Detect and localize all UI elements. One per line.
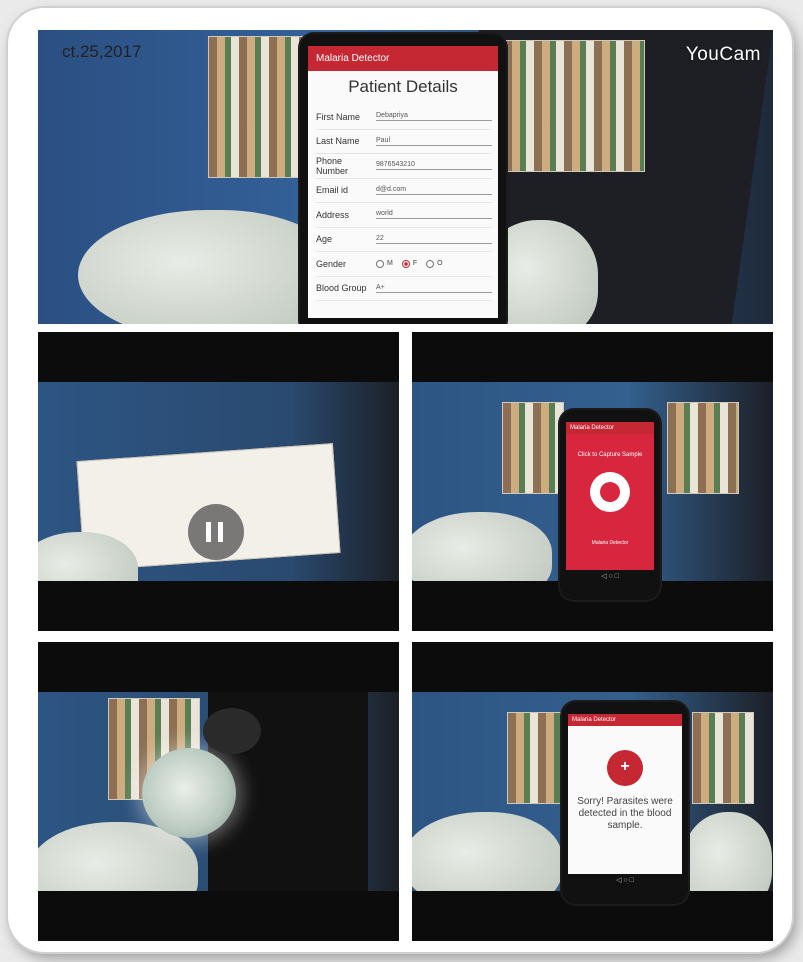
field-label: Age — [316, 234, 333, 245]
field-label: Blood Group — [316, 283, 367, 294]
panel-capture-screen: Malaria Detector Click to Capture Sample… — [412, 332, 773, 631]
address-field[interactable]: world — [376, 210, 492, 220]
first-name-row: First Name Debapriya — [316, 105, 492, 130]
pause-icon — [206, 522, 211, 542]
finger — [203, 708, 261, 754]
app-title-bar: Malaria Detector — [308, 46, 498, 71]
phone-number-field[interactable]: 9876543210 — [376, 161, 492, 171]
pause-button[interactable] — [188, 504, 244, 560]
android-nav-bar: ◁ ○ □ — [568, 874, 682, 888]
field-label: Gender — [316, 258, 347, 269]
patient-details-screen: Malaria Detector Patient Details First N… — [308, 46, 498, 318]
paper-card-right — [692, 712, 754, 804]
first-name-field[interactable]: Debapriya — [376, 112, 492, 122]
camera-shutter-button[interactable] — [590, 472, 630, 512]
panel-patient-details: Q W E A S D Z X C ct.25,2017 YouCam Mala… — [38, 30, 773, 324]
gloved-hand — [682, 812, 772, 891]
collage-background: Q W E A S D Z X C ct.25,2017 YouCam Mala… — [0, 0, 803, 962]
plus-icon: + — [620, 758, 630, 775]
paper-card-left — [502, 402, 564, 494]
date-stamp: ct.25,2017 — [62, 42, 142, 61]
email-row: Email id d@d.com — [316, 179, 492, 203]
gloved-hand — [412, 812, 562, 891]
field-label: Email id — [316, 185, 349, 196]
paper-card-right — [667, 402, 739, 494]
field-label: First Name — [316, 111, 361, 122]
capture-instruction: Click to Capture Sample — [577, 452, 643, 458]
paper-card-right — [503, 40, 645, 172]
alert-bell-icon: + — [607, 750, 643, 786]
smartphone: Malaria Detector Click to Capture Sample… — [560, 410, 660, 600]
field-label: Phone Number — [316, 155, 349, 176]
radio-icon — [426, 259, 435, 268]
radio-label: F — [412, 260, 418, 268]
radio-icon — [376, 259, 384, 268]
panel-result-screen: Malaria Detector + Sorry! Parasites were… — [412, 642, 773, 941]
aperture-icon — [600, 482, 620, 502]
radio-selected-icon — [401, 259, 410, 268]
app-title-bar: Malaria Detector — [566, 422, 654, 434]
panel-microscope-view — [38, 642, 399, 941]
field-label: Last Name — [316, 136, 360, 147]
age-row: Age 22 — [316, 228, 492, 252]
address-row: Address world — [316, 203, 492, 228]
app-brand-label: Malaria Detector — [591, 540, 629, 546]
capture-sample-screen: Malaria Detector Click to Capture Sample… — [566, 422, 654, 584]
panel-slide-attachment — [38, 332, 399, 631]
patient-details-heading: Patient Details — [348, 77, 458, 96]
gender-radio-o[interactable]: O — [426, 259, 443, 268]
pause-icon — [218, 522, 223, 542]
field-label: Address — [316, 209, 350, 220]
paper-card-left — [507, 712, 569, 804]
last-name-row: Last Name Paul — [316, 130, 492, 154]
age-field[interactable]: 22 — [376, 235, 492, 244]
email-field[interactable]: d@d.com — [376, 186, 492, 195]
scene-desk — [38, 382, 399, 581]
youcam-watermark: YouCam — [685, 44, 761, 65]
gloved-hand — [412, 512, 552, 581]
gender-radio-m[interactable]: M — [376, 259, 393, 268]
blood-group-field[interactable]: A+ — [376, 284, 492, 293]
smartphone: Malaria Detector Patient Details First N… — [300, 34, 506, 324]
gloved-hand-left — [78, 210, 338, 324]
radio-label: O — [437, 260, 443, 268]
blood-group-row: Blood Group A+ — [316, 277, 492, 301]
last-name-field[interactable]: Paul — [376, 137, 492, 146]
smartphone: Malaria Detector + Sorry! Parasites were… — [562, 702, 688, 904]
radio-label: M — [387, 260, 393, 268]
parasite-result-message: Sorry! Parasites were detected in the bl… — [577, 796, 673, 831]
gender-row: Gender M F O — [316, 252, 492, 277]
android-nav-bar: ◁ ○ □ — [566, 570, 654, 584]
gender-radio-f[interactable]: F — [401, 259, 418, 268]
result-screen: Malaria Detector + Sorry! Parasites were… — [568, 714, 682, 888]
phone-number-row: Phone Number 9876543210 — [316, 154, 492, 179]
app-title-bar: Malaria Detector — [568, 714, 682, 726]
microscope-field-of-view — [142, 748, 236, 838]
